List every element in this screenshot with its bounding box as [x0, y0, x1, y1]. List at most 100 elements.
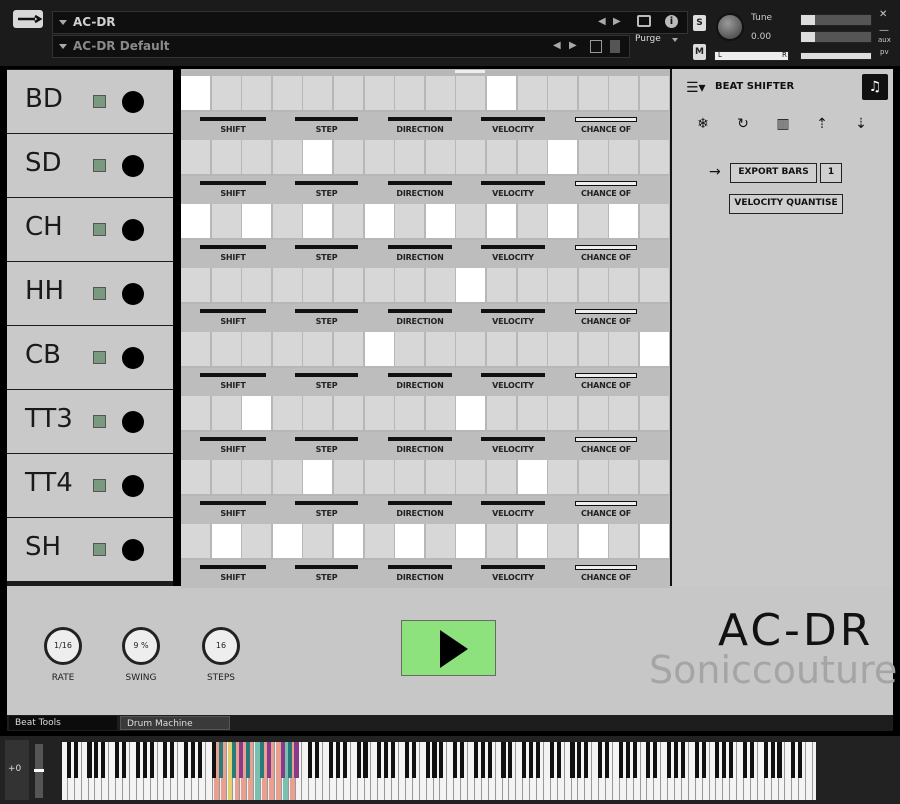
- black-key[interactable]: [680, 742, 685, 778]
- step-cell[interactable]: [181, 76, 210, 110]
- tab-drum-machine[interactable]: Drum Machine: [120, 716, 230, 730]
- shift-slider[interactable]: [200, 501, 266, 505]
- black-key[interactable]: [356, 742, 361, 778]
- chevron-down-icon[interactable]: [59, 20, 67, 25]
- step-cell[interactable]: [517, 332, 547, 366]
- step-cell[interactable]: [181, 524, 210, 558]
- track-trigger-button[interactable]: [122, 283, 144, 305]
- download-icon[interactable]: ⇣: [851, 116, 871, 132]
- black-key[interactable]: [239, 742, 244, 778]
- step-cell[interactable]: [303, 460, 333, 494]
- black-key[interactable]: [101, 742, 106, 778]
- step-cell[interactable]: [425, 460, 455, 494]
- step-slider[interactable]: [295, 565, 358, 569]
- black-key[interactable]: [432, 742, 437, 778]
- black-key[interactable]: [556, 742, 561, 778]
- step-cell[interactable]: [548, 332, 578, 366]
- step-cell[interactable]: [578, 268, 608, 302]
- step-cell[interactable]: [303, 204, 333, 238]
- black-key[interactable]: [501, 742, 506, 778]
- step-cell[interactable]: [211, 140, 241, 174]
- step-cell[interactable]: [456, 332, 486, 366]
- black-key[interactable]: [335, 742, 340, 778]
- black-key[interactable]: [508, 742, 513, 778]
- black-key[interactable]: [259, 742, 265, 778]
- black-key[interactable]: [190, 742, 196, 778]
- track-trigger-button[interactable]: [122, 411, 144, 433]
- step-cell[interactable]: [548, 76, 578, 110]
- step-cell[interactable]: [272, 332, 302, 366]
- step-cell[interactable]: [609, 396, 639, 430]
- step-cell[interactable]: [640, 204, 669, 238]
- step-cell[interactable]: [456, 76, 486, 110]
- step-cell[interactable]: [425, 524, 455, 558]
- track-ch[interactable]: CH: [7, 198, 173, 261]
- rate-knob[interactable]: 1/16: [44, 627, 82, 665]
- black-key[interactable]: [439, 742, 444, 778]
- black-key[interactable]: [184, 742, 189, 778]
- chance-of-slider[interactable]: [575, 117, 637, 122]
- black-key[interactable]: [232, 742, 237, 778]
- black-key[interactable]: [473, 742, 478, 778]
- step-cell[interactable]: [456, 140, 486, 174]
- track-tt3[interactable]: TT3: [7, 390, 173, 453]
- chance-of-slider[interactable]: [575, 437, 637, 442]
- step-cell[interactable]: [578, 524, 608, 558]
- step-cell[interactable]: [181, 204, 210, 238]
- step-cell[interactable]: [303, 396, 333, 430]
- black-key[interactable]: [522, 742, 527, 778]
- step-cell[interactable]: [578, 332, 608, 366]
- black-key[interactable]: [749, 742, 754, 778]
- step-cell[interactable]: [364, 524, 394, 558]
- direction-slider[interactable]: [388, 245, 452, 249]
- prev-preset-icon[interactable]: ◀: [553, 40, 561, 51]
- step-cell[interactable]: [272, 204, 302, 238]
- step-cell[interactable]: [425, 332, 455, 366]
- track-trigger-button[interactable]: [122, 91, 144, 113]
- track-bd[interactable]: BD: [7, 70, 173, 133]
- shift-slider[interactable]: [200, 309, 266, 313]
- velocity-slider[interactable]: [481, 501, 545, 505]
- loop-icon[interactable]: ↻: [733, 116, 753, 132]
- black-key[interactable]: [66, 742, 71, 778]
- step-cell[interactable]: [242, 268, 272, 302]
- export-bars-button[interactable]: EXPORT BARS: [730, 163, 817, 183]
- step-cell[interactable]: [517, 204, 547, 238]
- step-cell[interactable]: [609, 460, 639, 494]
- velocity-slider[interactable]: [481, 117, 545, 121]
- step-cell[interactable]: [425, 396, 455, 430]
- black-key[interactable]: [121, 742, 127, 778]
- black-key[interactable]: [425, 742, 430, 778]
- step-cell[interactable]: [640, 140, 669, 174]
- black-key[interactable]: [625, 742, 630, 778]
- chance-of-slider[interactable]: [575, 501, 637, 506]
- velocity-quantise-button[interactable]: VELOCITY QUANTISE: [729, 194, 843, 214]
- black-key[interactable]: [632, 742, 637, 778]
- step-cell[interactable]: [395, 460, 425, 494]
- menu-icon[interactable]: ☰▾: [686, 80, 706, 96]
- black-key[interactable]: [570, 742, 575, 778]
- step-cell[interactable]: [487, 524, 516, 558]
- step-cell[interactable]: [640, 76, 669, 110]
- step-cell[interactable]: [609, 140, 639, 174]
- black-key[interactable]: [115, 742, 120, 778]
- step-slider[interactable]: [295, 117, 358, 121]
- step-cell[interactable]: [609, 204, 639, 238]
- step-cell[interactable]: [548, 524, 578, 558]
- black-key[interactable]: [377, 742, 382, 778]
- pan-slider[interactable]: [714, 51, 789, 61]
- preset-bar[interactable]: AC-DR Default ◀ ▶: [52, 35, 630, 58]
- track-mute-toggle[interactable]: [93, 159, 106, 172]
- chance-of-slider[interactable]: [575, 309, 637, 314]
- black-key[interactable]: [342, 742, 347, 778]
- wrench-icon[interactable]: [13, 10, 43, 28]
- black-key[interactable]: [384, 742, 389, 778]
- next-instrument-icon[interactable]: ▶: [613, 16, 621, 27]
- step-cell[interactable]: [211, 332, 241, 366]
- next-preset-icon[interactable]: ▶: [569, 40, 577, 51]
- black-key[interactable]: [791, 742, 796, 778]
- track-trigger-button[interactable]: [122, 155, 144, 177]
- step-cell[interactable]: [181, 140, 210, 174]
- chevron-down-icon[interactable]: [672, 38, 678, 42]
- step-cell[interactable]: [364, 396, 394, 430]
